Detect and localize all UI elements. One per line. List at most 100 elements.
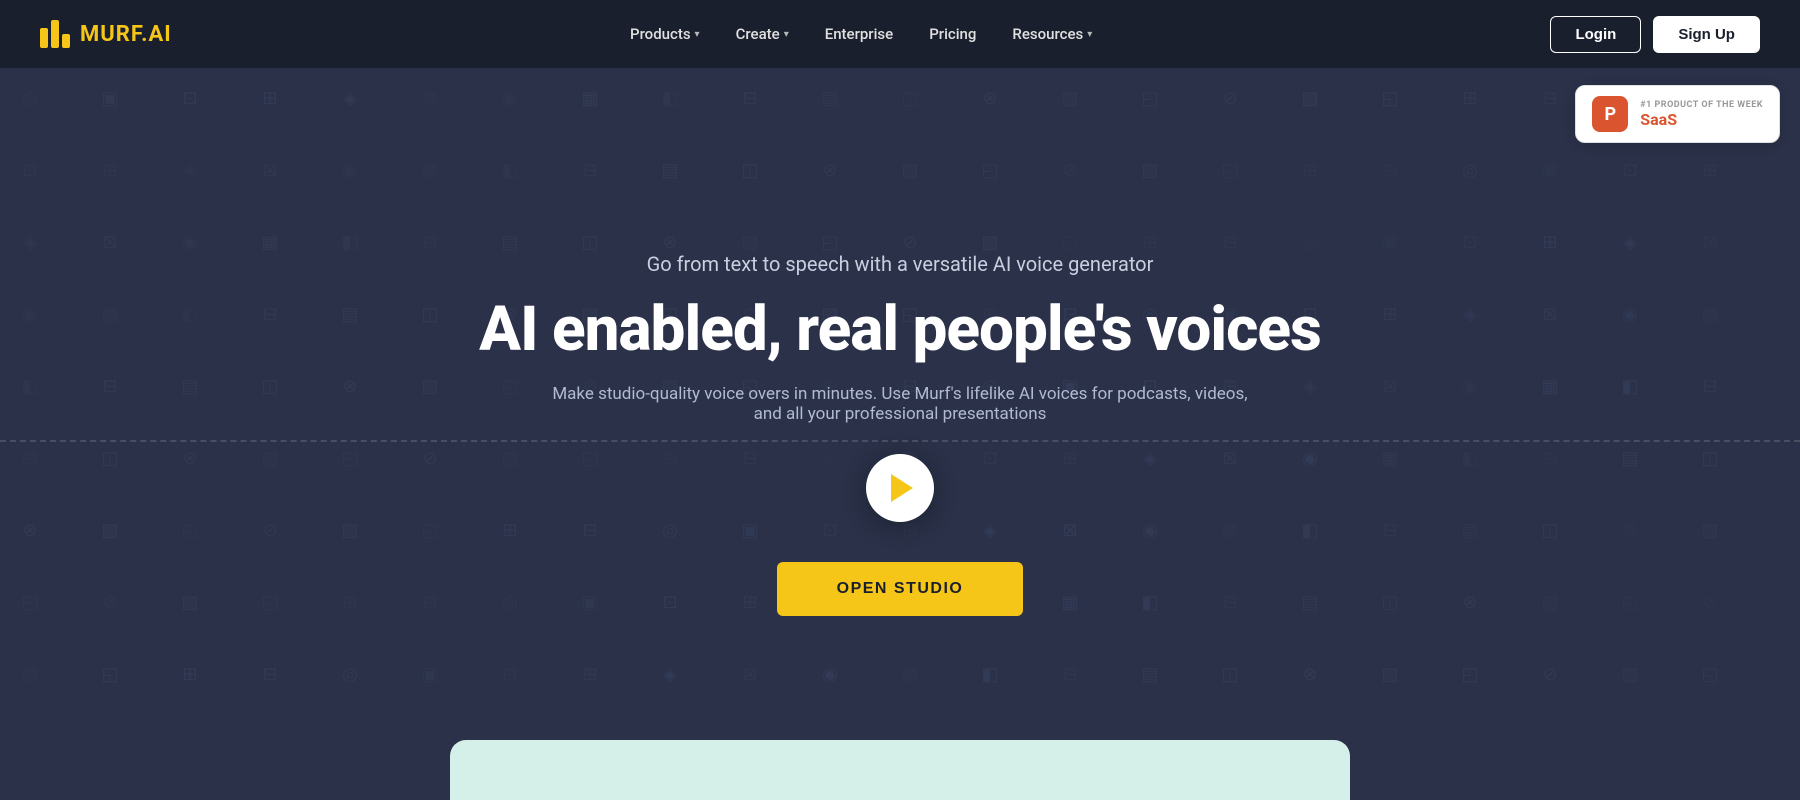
bg-icon: ⊠ — [230, 134, 310, 206]
bg-icon: ◫ — [1670, 422, 1750, 494]
bg-icon: ⊞ — [1430, 62, 1510, 134]
product-hunt-badge[interactable]: P #1 PRODUCT OF THE WEEK SaaS — [1575, 85, 1780, 143]
nav-enterprise[interactable]: Enterprise — [811, 17, 907, 51]
bg-icon: ▤ — [150, 350, 230, 422]
bg-icon: ◉ — [310, 134, 390, 206]
bg-icon: ⊞ — [70, 134, 150, 206]
bg-icon: ▨ — [0, 638, 70, 710]
bg-icon: ⊠ — [1670, 206, 1750, 278]
bg-icon: ⊞ — [550, 638, 630, 710]
bg-icon: ⊠ — [390, 62, 470, 134]
bg-icon: ⊟ — [390, 566, 470, 638]
bg-icon: ⊘ — [230, 494, 310, 566]
bg-icon: ⊡ — [150, 62, 230, 134]
bg-icon: ◫ — [870, 62, 950, 134]
logo-bar-2 — [51, 20, 59, 48]
bg-icon: ▨ — [1590, 638, 1670, 710]
bg-icon: ◈ — [1590, 206, 1670, 278]
bg-icon: ⊗ — [0, 494, 70, 566]
ph-badge-label: #1 PRODUCT OF THE WEEK — [1640, 100, 1763, 110]
bg-icon: ▦ — [1670, 278, 1750, 350]
bg-icon: ▨ — [310, 494, 390, 566]
hero-section: const icons = ['🎵','📹','🎙','💻','📱','🎓','… — [0, 0, 1800, 800]
bg-icon: ⊞ — [1350, 278, 1430, 350]
bg-icon: ◈ — [310, 62, 390, 134]
bg-icon: ◰ — [950, 134, 1030, 206]
bg-icon: ◎ — [310, 638, 390, 710]
bg-icon: ◎ — [0, 62, 70, 134]
play-button-container — [866, 454, 934, 522]
bg-icon: ◰ — [1430, 638, 1510, 710]
bg-icon: ⊗ — [950, 62, 1030, 134]
bg-icon: ⊟ — [1670, 350, 1750, 422]
bg-icon: ⊘ — [390, 422, 470, 494]
bg-icon: ◱ — [70, 638, 150, 710]
bg-icon: ⊟ — [230, 638, 310, 710]
bg-icon: ⊟ — [550, 134, 630, 206]
nav-resources[interactable]: Resources ▾ — [998, 17, 1106, 51]
open-studio-button[interactable]: OPEN STUDIO — [777, 562, 1024, 616]
bg-icon: ▤ — [0, 422, 70, 494]
bg-icon: ⊠ — [710, 638, 790, 710]
bg-icon: ⊞ — [150, 638, 230, 710]
signup-button[interactable]: Sign Up — [1653, 16, 1760, 53]
bg-icon: ⊞ — [310, 566, 390, 638]
bg-icon: ◱ — [390, 494, 470, 566]
play-button[interactable] — [866, 454, 934, 522]
bg-icon: ⊡ — [1590, 134, 1670, 206]
bg-icon: ⊟ — [1510, 422, 1590, 494]
bg-icon: ▧ — [230, 422, 310, 494]
nav-links: Products ▾ Create ▾ Enterprise Pricing R… — [616, 17, 1106, 51]
bg-icon: ⊟ — [230, 278, 310, 350]
bg-icon: ◉ — [150, 206, 230, 278]
bg-icon: ◱ — [1670, 638, 1750, 710]
bg-icon: ⊟ — [70, 350, 150, 422]
nav-pricing[interactable]: Pricing — [915, 17, 990, 51]
bg-icon: ▧ — [1670, 494, 1750, 566]
bg-icon: ⊘ — [70, 566, 150, 638]
nav-buttons: Login Sign Up — [1550, 16, 1760, 53]
bg-icon: ⊟ — [390, 206, 470, 278]
bg-icon: ⊗ — [790, 134, 870, 206]
bg-icon: ⊞ — [230, 62, 310, 134]
bottom-preview-card — [450, 740, 1350, 800]
bg-icon: ◰ — [0, 566, 70, 638]
bg-icon: ▦ — [1350, 422, 1430, 494]
bg-icon: ▨ — [150, 566, 230, 638]
bg-icon: ◰ — [310, 422, 390, 494]
hero-subtitle: Go from text to speech with a versatile … — [647, 252, 1154, 276]
bg-icon: ▦ — [390, 134, 470, 206]
logo-bar-3 — [62, 34, 70, 48]
bg-icon: ▤ — [630, 134, 710, 206]
bg-icon: ⊟ — [710, 62, 790, 134]
bg-icon: ◧ — [470, 134, 550, 206]
bg-icon: ▤ — [1590, 422, 1670, 494]
bg-icon: ▨ — [1270, 62, 1350, 134]
bg-icon: ◈ — [1430, 278, 1510, 350]
bg-icon: ▦ — [870, 638, 950, 710]
bg-icon: ◉ — [1590, 278, 1670, 350]
logo[interactable]: MURF.AI — [40, 20, 172, 48]
ph-product-name: SaaS — [1640, 110, 1763, 129]
bg-icon: ▤ — [1110, 638, 1190, 710]
bg-icon: ▤ — [310, 278, 390, 350]
bg-icon: ▧ — [390, 350, 470, 422]
bg-icon: ◧ — [1430, 422, 1510, 494]
bg-icon: ◫ — [390, 278, 470, 350]
bg-icon: ◉ — [1430, 350, 1510, 422]
bg-icon: ⊞ — [1510, 206, 1590, 278]
bg-icon: ⊗ — [1430, 566, 1510, 638]
bg-icon: ▦ — [1510, 350, 1590, 422]
bg-icon: ◰ — [1590, 566, 1670, 638]
bg-icon: ⊗ — [310, 350, 390, 422]
nav-products[interactable]: Products ▾ — [616, 17, 714, 51]
bg-icon: ⊞ — [1670, 134, 1750, 206]
login-button[interactable]: Login — [1550, 16, 1641, 53]
play-icon — [891, 474, 913, 502]
navbar: MURF.AI Products ▾ Create ▾ Enterprise P… — [0, 0, 1800, 68]
nav-create[interactable]: Create ▾ — [722, 17, 803, 51]
logo-text: MURF.AI — [80, 22, 172, 47]
bg-icon: ▦ — [70, 278, 150, 350]
bg-icon: ⊗ — [1270, 638, 1350, 710]
bg-icon: ◉ — [790, 638, 870, 710]
